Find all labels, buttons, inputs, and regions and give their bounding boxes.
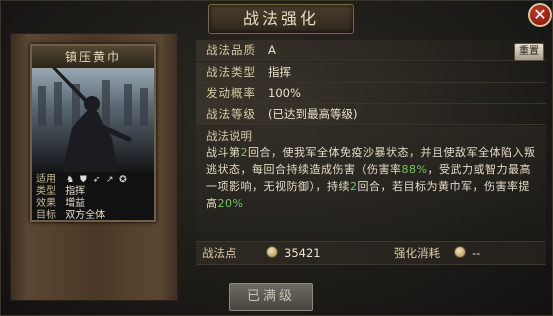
upgrade-cost-label: 强化消耗 [394,246,440,260]
card-row-value: 指挥 [65,186,86,197]
card-row-key: 类型 [36,186,56,197]
desc-highlight: 88% [401,163,428,176]
reset-button[interactable]: 重置 [514,43,544,61]
spear-icon: ↗ [105,175,114,185]
attr-value: 100% [268,86,301,100]
card-row-value: 增益 [65,198,86,209]
card-row-key: 适用 [36,174,56,185]
tactic-card-name: 镇压黄巾 [32,46,154,69]
dialog-title: 战法强化 [208,4,354,34]
attr-value: 指挥 [268,65,291,79]
description-title: 战法说明 [206,129,252,143]
attr-key: 战法类型 [206,65,256,79]
description-body: 战斗第2回合，使我军全体免疫沙暴状态，并且使敌军全体陷入叛逃状态，每回合持续造成… [206,144,536,212]
siege-icon: ✪ [119,175,127,185]
upgrade-cost-icon [454,246,466,258]
tactic-points-label: 战法点 [202,246,237,260]
tactic-card-art [32,68,154,172]
cavalry-icon: ♞ [66,175,75,185]
attr-key: 战法等级 [206,107,256,121]
upgrade-cost-value: -- [472,246,481,260]
card-row-key: 效果 [36,198,56,209]
maxed-level-button[interactable]: 已满级 [229,283,313,311]
desc-highlight: 2 [240,146,248,159]
card-row-effect: 效果 增益 [36,198,85,210]
attr-row-quality: 战法品质 A 重置 [196,40,546,61]
warrior-illustration [38,68,148,172]
desc-highlight: 20% [217,197,244,210]
tactic-detail-panel: 战法品质 A 重置 战法类型 指挥 发动概率 100% 战法等级 (已达到最高等… [196,38,546,264]
attr-value: (已达到最高等级) [268,107,358,121]
card-row-applicable: 适用 ♞ ⛊ ➶ ↗ ✪ [36,174,128,186]
attr-value: A [268,43,276,57]
card-row-type: 类型 指挥 [36,186,85,198]
attr-row-type: 战法类型 指挥 [196,62,546,83]
card-row-key: 目标 [36,210,56,221]
attr-row-level: 战法等级 (已达到最高等级) [196,104,546,125]
card-row-target: 目标 双方全体 [36,210,105,222]
desc-text: 战斗第 [206,146,241,159]
tactic-card-info: 适用 ♞ ⛊ ➶ ↗ ✪ 类型 指挥 效果 增益 目标 双方全体 [32,172,154,222]
desc-highlight: 2 [350,180,358,193]
close-icon[interactable]: ✕ [533,5,546,24]
card-row-value: 双方全体 [65,210,106,221]
resource-bar: 战法点 35421 强化消耗 -- [196,241,546,265]
attr-key: 发动概率 [206,86,256,100]
tactic-card: 镇压黄巾 适用 ♞ ⛊ ➶ ↗ ✪ 类型 指挥 效果 增益 目标 双方全体 [30,44,156,222]
tactic-points-icon [266,246,278,258]
tactic-points-value: 35421 [284,246,321,260]
close-button[interactable]: ✕ [528,3,552,27]
attr-row-probability: 发动概率 100% [196,83,546,104]
archer-icon: ➶ [92,175,101,185]
attr-key: 战法品质 [206,43,256,57]
unit-type-icons: ♞ ⛊ ➶ ↗ ✪ [65,174,128,186]
shield-icon: ⛊ [79,175,87,185]
